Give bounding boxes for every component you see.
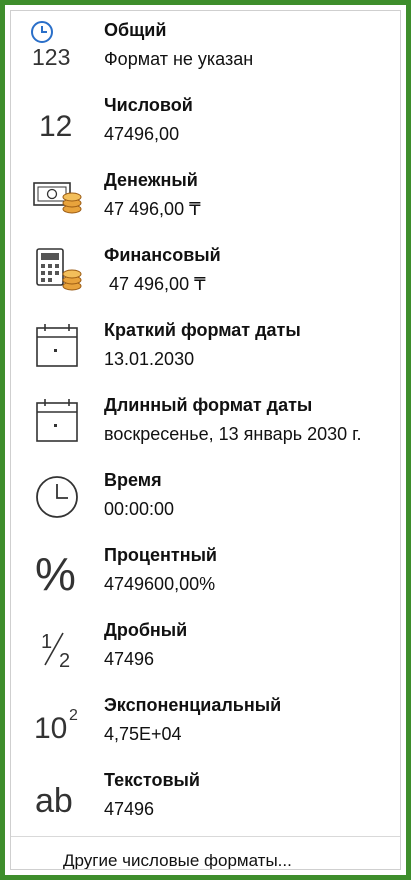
format-option-time[interactable]: Время 00:00:00 bbox=[11, 461, 400, 536]
scientific-icon: 10 2 bbox=[25, 690, 85, 750]
format-value: воскресенье, 13 январь 2030 г. bbox=[104, 424, 362, 444]
general-format-icon: 123 bbox=[25, 15, 85, 75]
fraction-denominator: 2 bbox=[59, 650, 70, 672]
format-title: Денежный bbox=[104, 170, 198, 190]
format-option-percent[interactable]: % Процентный 4749600,00% bbox=[11, 536, 400, 611]
calendar-icon bbox=[25, 315, 85, 375]
accounting-format-icon bbox=[25, 240, 85, 300]
general-glyph: 123 bbox=[32, 44, 70, 70]
scientific-base: 10 bbox=[34, 712, 67, 745]
fraction-numerator: 1 bbox=[41, 631, 52, 653]
number-format-dropdown: 123 Общий Формат не указан 12 Числовой 4… bbox=[0, 0, 411, 880]
format-title: Процентный bbox=[104, 545, 218, 565]
more-formats-row: Другие числовые форматы... bbox=[11, 836, 400, 869]
format-title: Текстовый bbox=[104, 770, 200, 790]
format-title: Общий bbox=[104, 20, 167, 40]
percent-glyph: % bbox=[35, 548, 76, 600]
clock-icon bbox=[25, 465, 85, 525]
more-number-formats-link[interactable]: Другие числовые форматы... bbox=[63, 851, 292, 869]
format-option-general[interactable]: 123 Общий Формат не указан bbox=[11, 11, 400, 86]
format-value: Формат не указан bbox=[104, 49, 254, 69]
format-value: 47 496,00 ₸ bbox=[104, 199, 201, 219]
format-value: 47496 bbox=[104, 649, 155, 669]
format-option-text[interactable]: ab Текстовый 47496 bbox=[11, 761, 400, 836]
format-title: Экспоненциальный bbox=[104, 695, 282, 715]
format-option-long-date[interactable]: Длинный формат даты воскресенье, 13 янва… bbox=[11, 386, 400, 461]
format-title: Время bbox=[104, 470, 162, 490]
format-value: 00:00:00 bbox=[104, 499, 175, 519]
format-option-short-date[interactable]: Краткий формат даты 13.01.2030 bbox=[11, 311, 400, 386]
format-option-fraction[interactable]: 1 2 Дробный 47496 bbox=[11, 611, 400, 686]
format-value: 4749600,00% bbox=[104, 574, 216, 594]
format-title: Числовой bbox=[104, 95, 193, 115]
format-option-number[interactable]: 12 Числовой 47496,00 bbox=[11, 86, 400, 161]
format-value: 13.01.2030 bbox=[104, 349, 195, 369]
format-value: 4,75E+04 bbox=[104, 724, 182, 744]
format-list: 123 Общий Формат не указан 12 Числовой 4… bbox=[10, 10, 401, 870]
number-glyph: 12 bbox=[39, 110, 72, 143]
calendar-icon bbox=[25, 390, 85, 450]
fraction-icon: 1 2 bbox=[25, 615, 85, 675]
format-option-accounting[interactable]: Финансовый 47 496,00 ₸ bbox=[11, 236, 400, 311]
number-format-icon: 12 bbox=[25, 90, 85, 150]
format-title: Краткий формат даты bbox=[104, 320, 301, 340]
percent-icon: % bbox=[25, 540, 85, 600]
format-title: Дробный bbox=[104, 620, 188, 640]
format-option-scientific[interactable]: 10 2 Экспоненциальный 4,75E+04 bbox=[11, 686, 400, 761]
format-option-currency[interactable]: Денежный 47 496,00 ₸ bbox=[11, 161, 400, 236]
format-value: 47496 bbox=[104, 799, 155, 819]
currency-format-icon bbox=[25, 165, 85, 225]
text-glyph: ab bbox=[35, 782, 73, 820]
text-format-icon: ab bbox=[25, 765, 85, 825]
format-value: 47496,00 bbox=[104, 124, 180, 144]
format-title: Длинный формат даты bbox=[104, 395, 313, 415]
scientific-exponent: 2 bbox=[69, 707, 78, 724]
format-value: 47 496,00 ₸ bbox=[104, 274, 206, 294]
format-title: Финансовый bbox=[104, 245, 221, 265]
